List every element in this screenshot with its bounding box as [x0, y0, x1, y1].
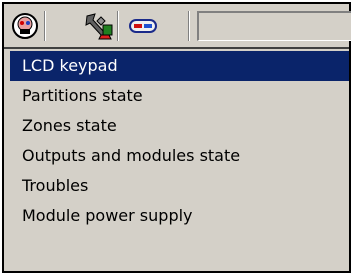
keypad-face-icon: [12, 13, 38, 39]
toolbar-separator: [188, 11, 190, 41]
menu-item-zones-state[interactable]: Zones state: [10, 111, 349, 141]
dropdown-menu: LCD keypad Partitions state Zones state …: [4, 47, 349, 271]
menu-item-troubles[interactable]: Troubles: [10, 171, 349, 201]
module-icon: [129, 19, 157, 33]
toolbar-input[interactable]: [197, 11, 351, 41]
toolbar-separator: [44, 11, 46, 41]
menu-item-partitions-state[interactable]: Partitions state: [10, 81, 349, 111]
toolbar-separator: [117, 11, 119, 41]
tools-button[interactable]: [82, 10, 116, 42]
module-button[interactable]: [126, 10, 160, 42]
menu-item-lcd-keypad[interactable]: LCD keypad: [10, 51, 349, 81]
menu-item-outputs-and-modules-state[interactable]: Outputs and modules state: [10, 141, 349, 171]
tools-icon: [85, 13, 113, 40]
keypad-face-button[interactable]: [8, 10, 42, 42]
toolbar: [4, 4, 351, 47]
menu-item-module-power-supply[interactable]: Module power supply: [10, 201, 349, 231]
